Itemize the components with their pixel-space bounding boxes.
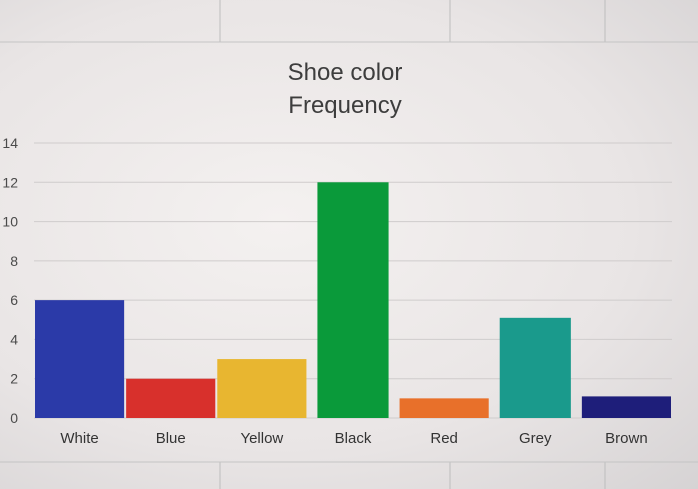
y-tick-label-10: 10: [2, 214, 18, 230]
y-tick-label-8: 8: [10, 253, 18, 269]
x-category-label-blue: Blue: [156, 430, 186, 447]
y-tick-label-2: 2: [10, 371, 18, 387]
y-tick-label-12: 12: [2, 174, 18, 190]
x-category-label-red: Red: [430, 430, 458, 447]
chart-title-line-2: Frequency: [288, 92, 401, 119]
y-tick-label-14: 14: [2, 135, 18, 151]
x-category-label-grey: Grey: [519, 430, 552, 447]
bar-yellow: [217, 359, 307, 418]
bar-chart: Shoe color Frequency 0 2 4 6 8 10 12 14 White Bl…: [0, 0, 698, 489]
bar-blue: [126, 378, 216, 418]
bar-brown: [581, 396, 671, 418]
x-category-label-black: Black: [335, 430, 372, 447]
y-tick-label-4: 4: [10, 331, 18, 347]
bar-black: [317, 182, 389, 418]
chart-area: Shoe color Frequency 0 2 4 6 8 10 12 14 White Bl…: [0, 0, 698, 489]
y-tick-label-6: 6: [10, 292, 18, 308]
bar-grey: [499, 317, 571, 418]
x-category-label-white: White: [60, 430, 98, 447]
x-category-label-brown: Brown: [605, 430, 648, 447]
y-tick-label-0: 0: [10, 410, 18, 426]
chart-title-line-1: Shoe color: [288, 59, 403, 86]
x-category-label-yellow: Yellow: [240, 430, 283, 447]
x-axis-categories: White Blue Yellow Black Red Grey Brown: [60, 430, 647, 447]
y-axis-ticks: 0 2 4 6 8 10 12 14: [2, 135, 18, 426]
bar-white: [35, 300, 125, 418]
bar-red: [399, 398, 489, 418]
